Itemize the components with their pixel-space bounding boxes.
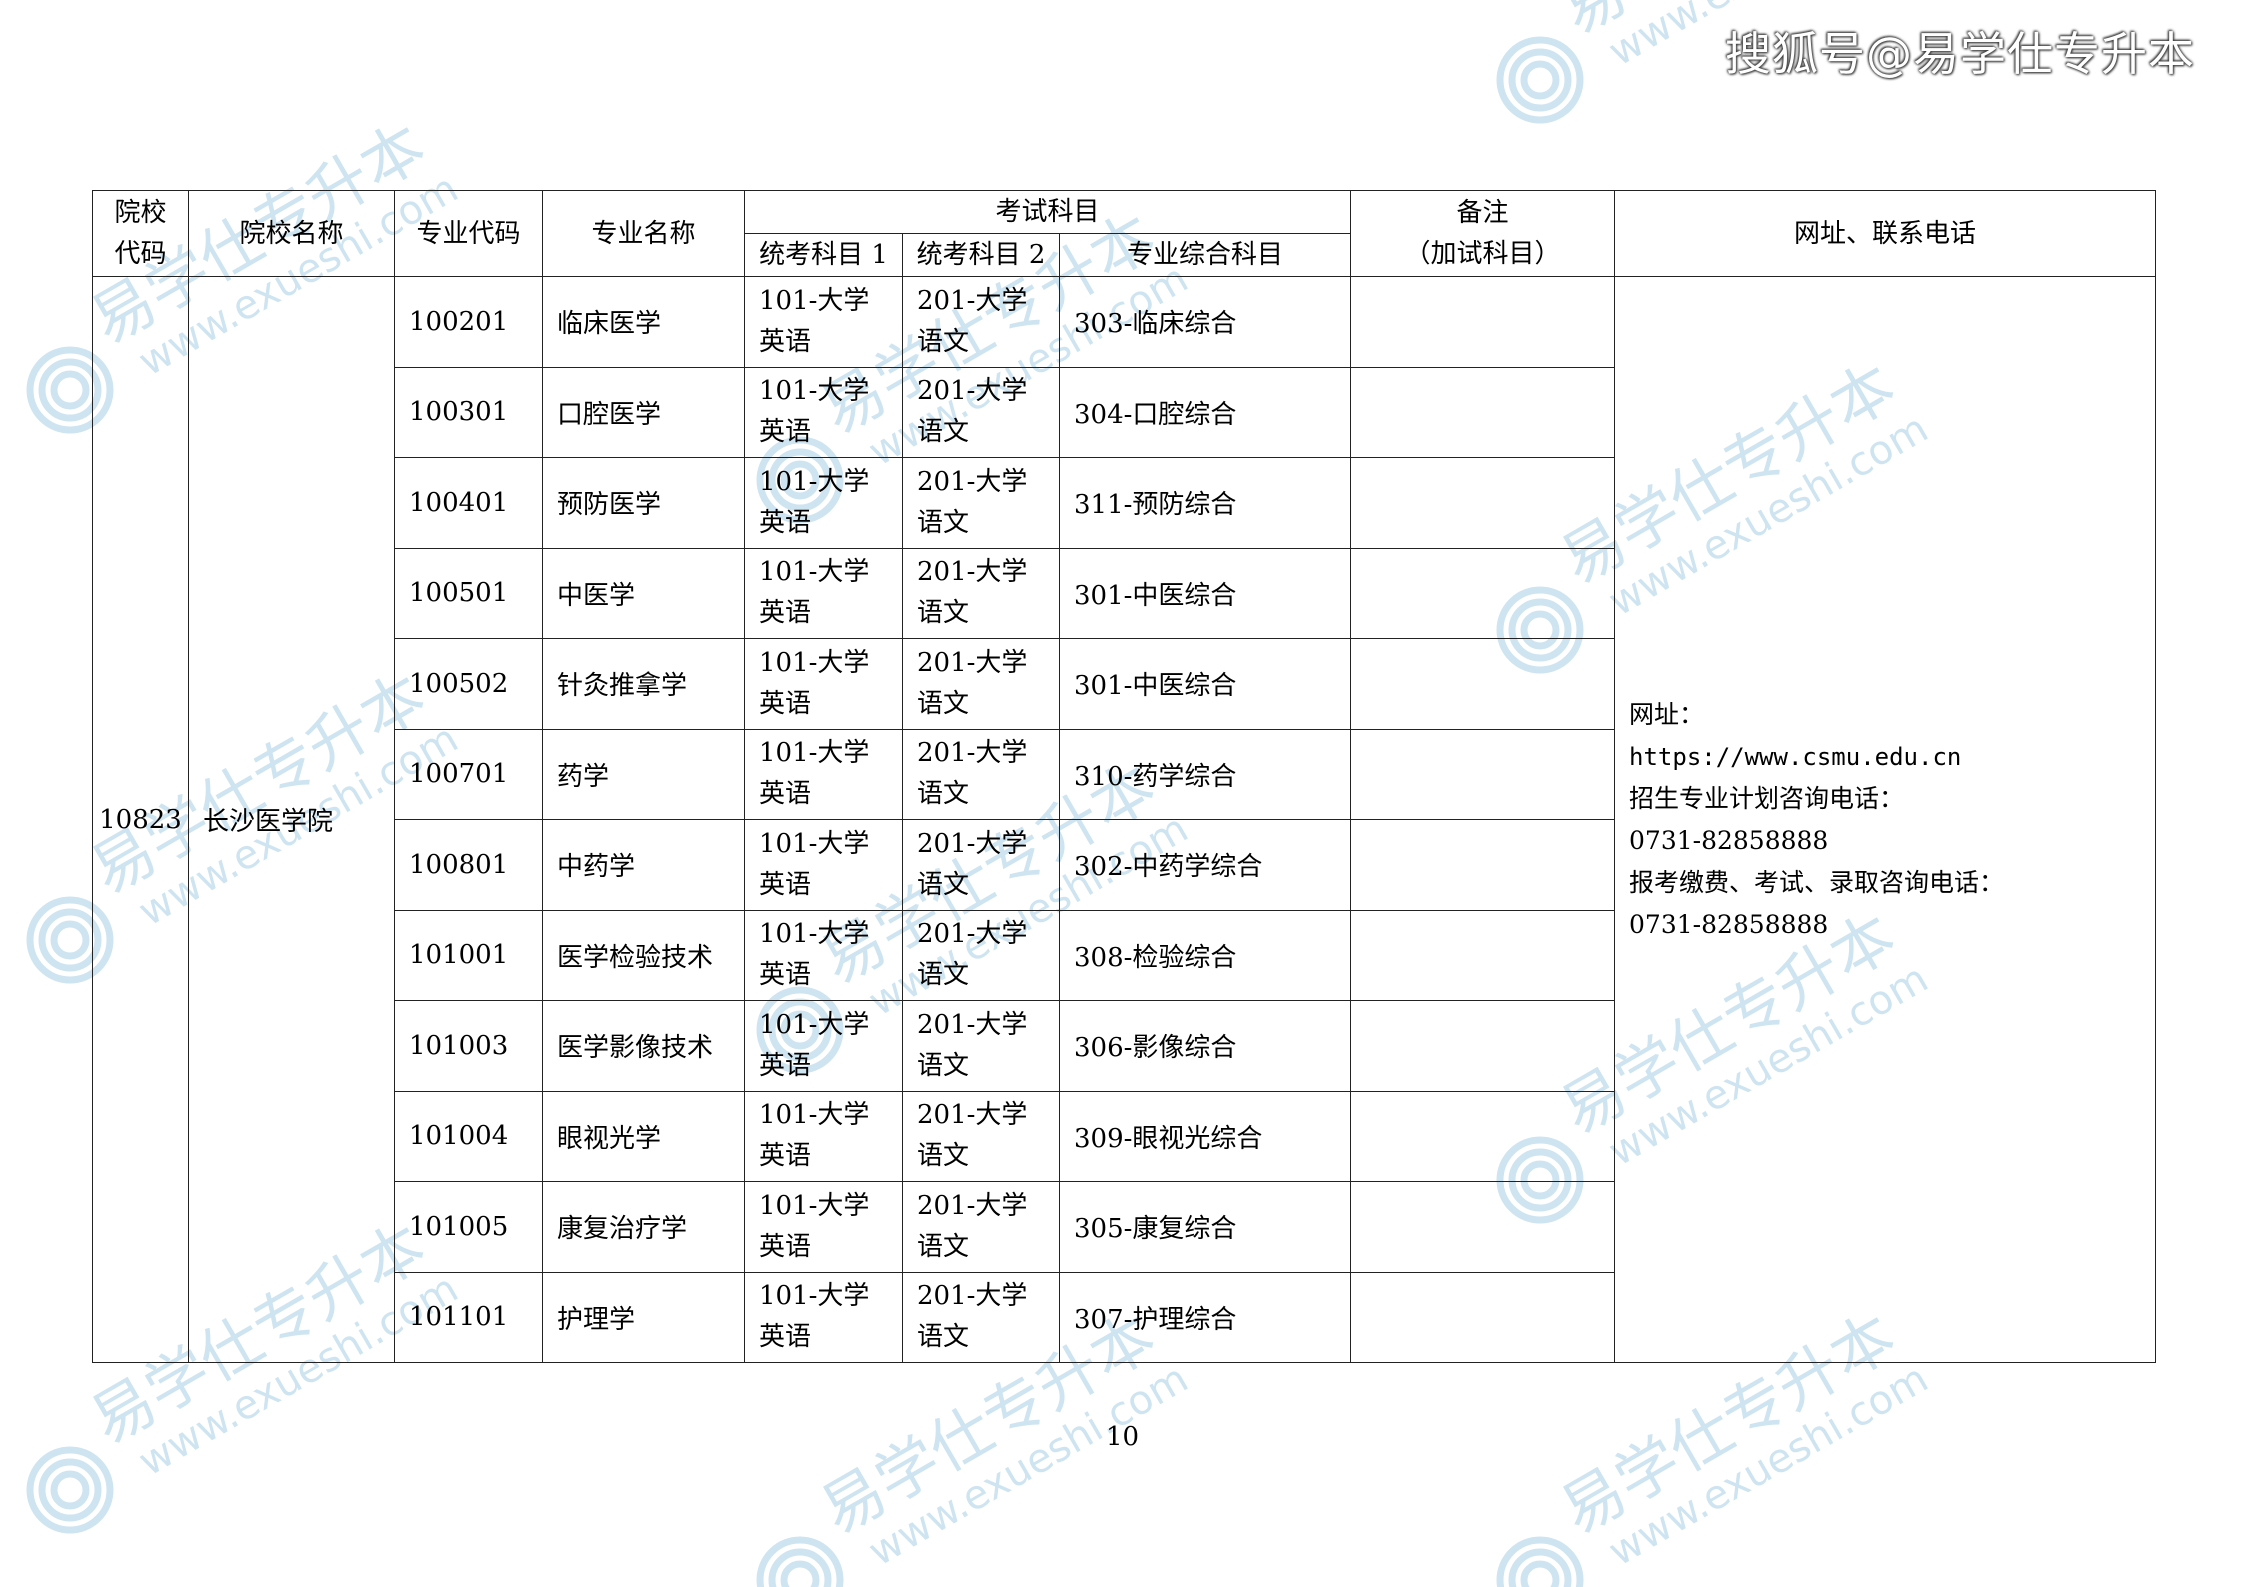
major-name-cell: 护理学 bbox=[542, 1271, 745, 1363]
major-name-cell: 预防医学 bbox=[542, 457, 745, 549]
major-code-cell: 100502 bbox=[394, 638, 543, 730]
major-code-cell: 101005 bbox=[394, 1181, 543, 1273]
major-name-cell: 口腔医学 bbox=[542, 366, 745, 458]
remark-cell bbox=[1350, 547, 1616, 639]
subject-3-cell: 304-口腔综合 bbox=[1058, 366, 1352, 458]
subject-3-cell: 306-影像综合 bbox=[1058, 1000, 1352, 1092]
contact-cell: 网址： https://www.csmu.edu.cn 招生专业计划咨询电话： 073… bbox=[1614, 276, 2157, 1363]
header-subject-2: 统考科目 2 bbox=[902, 233, 1060, 277]
header-exam-subjects: 考试科目 bbox=[743, 190, 1352, 234]
major-code-cell: 100501 bbox=[394, 547, 543, 639]
remark-cell bbox=[1350, 1181, 1616, 1273]
table-row: 10823 长沙医学院 100201 临床医学 101-大学 英语 201-大学 语文 30… bbox=[92, 276, 2157, 1363]
remark-cell bbox=[1350, 728, 1616, 820]
page-number: 10 bbox=[1105, 1422, 1140, 1452]
major-code-cell: 100201 bbox=[394, 276, 543, 368]
major-name-cell: 针灸推拿学 bbox=[542, 638, 745, 730]
remark-cell bbox=[1350, 457, 1616, 549]
subject-1-cell: 101-大学 英语 bbox=[744, 1000, 903, 1092]
subject-3-cell: 309-眼视光综合 bbox=[1058, 1090, 1352, 1182]
contact-plan-phone: 0731-82858888 bbox=[1629, 825, 1829, 855]
subject-1-cell: 101-大学 英语 bbox=[744, 547, 903, 639]
major-name-cell: 临床医学 bbox=[542, 276, 745, 368]
contact-url-link[interactable]: https://www.csmu.edu.cn bbox=[1629, 736, 2155, 778]
major-name-cell: 眼视光学 bbox=[542, 1090, 745, 1182]
major-name-cell: 药学 bbox=[542, 728, 745, 820]
svg-text:www.exueshi.com: www.exueshi.com bbox=[1601, 1355, 1936, 1575]
subject-3-cell: 303-临床综合 bbox=[1058, 276, 1352, 368]
contact-url-label: 网址： bbox=[1629, 699, 1705, 729]
major-name-cell: 中药学 bbox=[542, 819, 745, 911]
subject-2-cell: 201-大学 语文 bbox=[902, 366, 1060, 458]
remark-cell bbox=[1350, 366, 1616, 458]
major-code-cell: 100801 bbox=[394, 819, 543, 911]
subject-1-cell: 101-大学 英语 bbox=[744, 1090, 903, 1182]
major-code-cell: 100401 bbox=[394, 457, 543, 549]
subject-1-cell: 101-大学 英语 bbox=[744, 909, 903, 1001]
remark-cell bbox=[1350, 909, 1616, 1001]
contact-plan-phone-label: 招生专业计划咨询电话： bbox=[1629, 783, 1905, 813]
table-body: 10823 长沙医学院 100201 临床医学 101-大学 英语 201-大学 语文 30… bbox=[92, 276, 2157, 1363]
subject-3-cell: 311-预防综合 bbox=[1058, 457, 1352, 549]
remark-cell bbox=[1350, 1090, 1616, 1182]
remark-cell bbox=[1350, 1271, 1616, 1363]
svg-text:www.exueshi.com: www.exueshi.com bbox=[861, 1355, 1196, 1575]
school-name-cell: 长沙医学院 bbox=[188, 276, 395, 1363]
major-code-cell: 101001 bbox=[394, 909, 543, 1001]
header-school-name: 院校名称 bbox=[188, 190, 395, 277]
subject-1-cell: 101-大学 英语 bbox=[744, 819, 903, 911]
source-watermark: 搜狐号@易学仕专升本 bbox=[1725, 27, 2195, 81]
subject-1-cell: 101-大学 英语 bbox=[744, 728, 903, 820]
school-code-cell: 10823 bbox=[92, 276, 189, 1363]
remark-cell bbox=[1350, 1000, 1616, 1092]
major-name-cell: 中医学 bbox=[542, 547, 745, 639]
subject-2-cell: 201-大学 语文 bbox=[902, 1181, 1060, 1273]
subject-3-cell: 310-药学综合 bbox=[1058, 728, 1352, 820]
major-code-cell: 100701 bbox=[394, 728, 543, 820]
subject-3-cell: 302-中药学综合 bbox=[1058, 819, 1352, 911]
subject-3-cell: 307-护理综合 bbox=[1058, 1271, 1352, 1363]
remark-cell bbox=[1350, 276, 1616, 368]
major-name-cell: 康复治疗学 bbox=[542, 1181, 745, 1273]
remark-cell bbox=[1350, 819, 1616, 911]
subject-2-cell: 201-大学 语文 bbox=[902, 457, 1060, 549]
major-name-cell: 医学检验技术 bbox=[542, 909, 745, 1001]
major-code-cell: 101004 bbox=[394, 1090, 543, 1182]
header-school-code: 院校 代码 bbox=[92, 190, 189, 277]
subject-3-cell: 305-康复综合 bbox=[1058, 1181, 1352, 1273]
header-remarks: 备注 （加试科目） bbox=[1350, 190, 1616, 277]
subject-1-cell: 101-大学 英语 bbox=[744, 1271, 903, 1363]
subject-1-cell: 101-大学 英语 bbox=[744, 638, 903, 730]
admissions-table: 院校 代码 院校名称 专业代码 专业名称 考试科目 备注 （加试科目） 网址、联… bbox=[92, 190, 2157, 1363]
subject-2-cell: 201-大学 语文 bbox=[902, 1090, 1060, 1182]
subject-3-cell: 301-中医综合 bbox=[1058, 547, 1352, 639]
header-major-code: 专业代码 bbox=[394, 190, 543, 277]
contact-exam-phone-label: 报考缴费、考试、录取咨询电话： bbox=[1629, 867, 2005, 897]
subject-3-cell: 301-中医综合 bbox=[1058, 638, 1352, 730]
subject-2-cell: 201-大学 语文 bbox=[902, 728, 1060, 820]
subject-2-cell: 201-大学 语文 bbox=[902, 276, 1060, 368]
subject-2-cell: 201-大学 语文 bbox=[902, 547, 1060, 639]
header-contact: 网址、联系电话 bbox=[1614, 190, 2157, 277]
subject-2-cell: 201-大学 语文 bbox=[902, 1000, 1060, 1092]
major-code-cell: 101003 bbox=[394, 1000, 543, 1092]
header-subject-3: 专业综合科目 bbox=[1058, 233, 1352, 277]
subject-1-cell: 101-大学 英语 bbox=[744, 276, 903, 368]
subject-2-cell: 201-大学 语文 bbox=[902, 1271, 1060, 1363]
contact-exam-phone: 0731-82858888 bbox=[1629, 909, 1829, 939]
major-code-cell: 100301 bbox=[394, 366, 543, 458]
remark-cell bbox=[1350, 638, 1616, 730]
header-subject-1: 统考科目 1 bbox=[744, 233, 903, 277]
subject-2-cell: 201-大学 语文 bbox=[902, 909, 1060, 1001]
major-name-cell: 医学影像技术 bbox=[542, 1000, 745, 1092]
header-row: 院校 代码 院校名称 专业代码 专业名称 考试科目 备注 （加试科目） 网址、联… bbox=[92, 190, 2157, 277]
subject-1-cell: 101-大学 英语 bbox=[744, 1181, 903, 1273]
subject-1-cell: 101-大学 英语 bbox=[744, 457, 903, 549]
subject-2-cell: 201-大学 语文 bbox=[902, 819, 1060, 911]
major-code-cell: 101101 bbox=[394, 1271, 543, 1363]
header-major-name: 专业名称 bbox=[542, 190, 745, 277]
subject-1-cell: 101-大学 英语 bbox=[744, 366, 903, 458]
subject-3-cell: 308-检验综合 bbox=[1058, 909, 1352, 1001]
subject-2-cell: 201-大学 语文 bbox=[902, 638, 1060, 730]
